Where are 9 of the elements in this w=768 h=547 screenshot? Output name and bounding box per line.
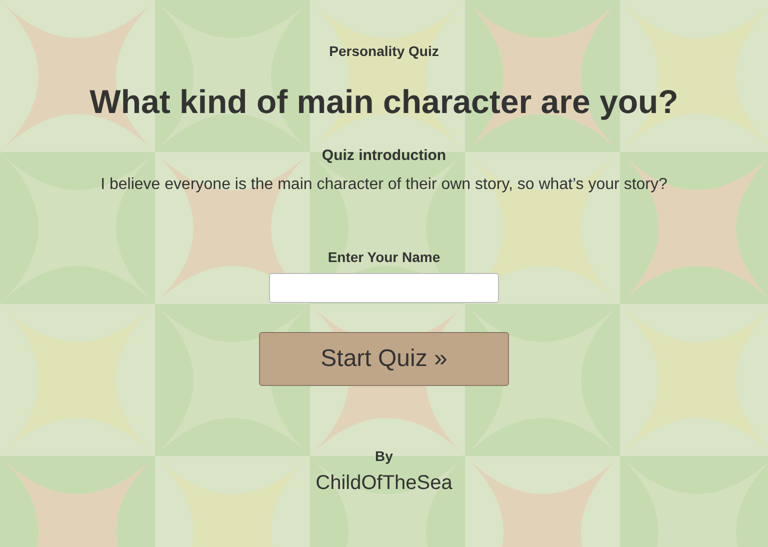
by-label: By: [375, 447, 393, 465]
author-name: ChildOfTheSea: [316, 471, 452, 495]
intro-heading: Quiz introduction: [322, 146, 446, 166]
intro-text: I believe everyone is the main character of their own story, so what’s your story?: [100, 175, 668, 195]
quiz-type-label: Personality Quiz: [329, 42, 439, 60]
name-input-field[interactable]: [269, 273, 499, 303]
quiz-title: What kind of main character are you?: [90, 82, 678, 122]
start-quiz-button[interactable]: Start Quiz »: [259, 332, 509, 386]
name-label: Enter Your Name: [328, 248, 440, 266]
